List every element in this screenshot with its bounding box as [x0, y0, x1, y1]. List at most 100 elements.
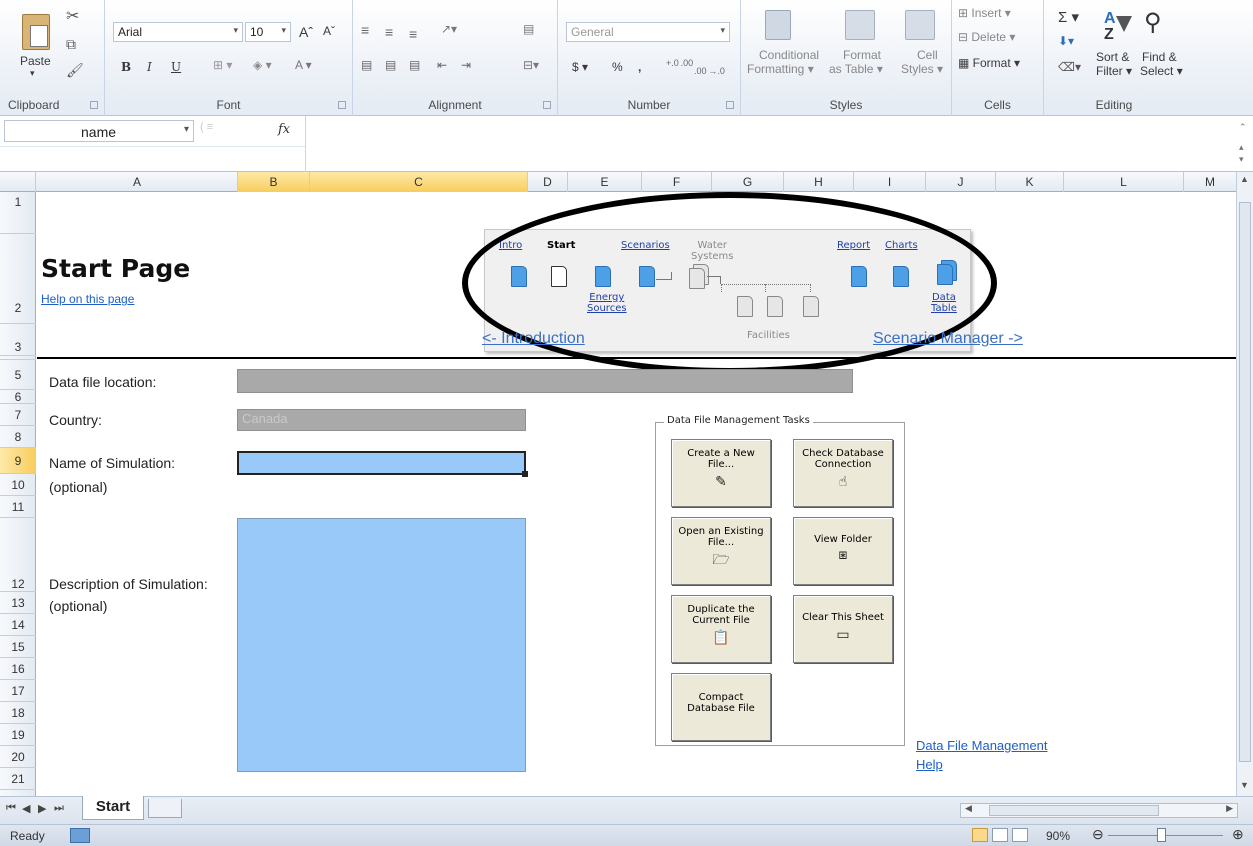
conditional-formatting-icon[interactable] [765, 10, 791, 40]
formula-cancel-icon[interactable]: ( ≡ [200, 121, 220, 139]
prev-introduction-link[interactable]: <- Introduction [482, 330, 585, 348]
row-header-9[interactable]: 9 [0, 448, 36, 474]
format-as-table-icon[interactable] [845, 10, 875, 40]
fill-color-icon[interactable]: ◈ ▾ [253, 58, 272, 72]
find-select-button-2[interactable]: Select ▾ [1140, 64, 1183, 78]
fill-handle[interactable] [522, 471, 528, 477]
cell-styles-button[interactable]: Cell [917, 48, 938, 62]
format-button[interactable]: ▦ Format ▾ [958, 56, 1020, 70]
scroll-down-icon[interactable]: ▼ [1240, 780, 1249, 790]
borders-icon[interactable]: ⊞ ▾ [213, 58, 232, 72]
page-break-view-icon[interactable] [1012, 828, 1028, 842]
conditional-formatting-button[interactable]: Conditional [759, 48, 819, 62]
formula-expand-icon[interactable]: ⌃ [1239, 122, 1251, 133]
sheet-tab-start[interactable]: Start [82, 796, 144, 820]
row-header-20[interactable]: 20 [0, 746, 36, 768]
font-size-select[interactable]: 10 ▾ [245, 22, 291, 42]
align-middle-icon[interactable]: ≡ [385, 24, 393, 40]
wrap-text-icon[interactable]: ▤ [523, 22, 534, 36]
compact-database-file-button[interactable]: Compact Database File [671, 673, 771, 741]
binoculars-icon[interactable]: ⚲ [1144, 8, 1162, 37]
autosum-button[interactable]: Σ ▾ [1058, 8, 1079, 26]
sort-filter-button[interactable]: Sort & [1096, 50, 1129, 64]
paste-icon[interactable] [22, 14, 50, 50]
select-all-corner[interactable] [0, 172, 36, 192]
orientation-icon[interactable]: ↗▾ [441, 22, 457, 36]
page-layout-view-icon[interactable] [992, 828, 1008, 842]
conditional-formatting-button-2[interactable]: Formatting ▾ [747, 62, 814, 76]
paste-button[interactable]: Paste [20, 54, 51, 68]
column-header-j[interactable]: J [926, 172, 996, 192]
font-name-select[interactable]: Arial ▾ [113, 22, 243, 42]
row-header-11[interactable]: 11 [0, 496, 36, 518]
name-box[interactable]: name ▾ [4, 120, 194, 142]
column-header-b[interactable]: B [238, 172, 310, 192]
italic-button[interactable]: I [147, 60, 152, 74]
row-header-5[interactable]: 5 [0, 360, 36, 390]
font-color-icon[interactable]: A ▾ [295, 58, 312, 72]
first-sheet-icon[interactable]: ⏮ [6, 802, 16, 815]
row-header-8[interactable]: 8 [0, 426, 36, 448]
format-as-table-button-2[interactable]: as Table ▾ [829, 62, 883, 76]
horizontal-scroll-thumb[interactable] [989, 805, 1159, 816]
column-header-a[interactable]: A [37, 172, 238, 192]
merge-center-icon[interactable]: ⊟▾ [523, 58, 539, 72]
clear-this-sheet-button[interactable]: Clear This Sheet ▭ [793, 595, 893, 663]
grow-font-button[interactable]: Aˆ [299, 24, 313, 40]
zoom-out-icon[interactable]: ⊖ [1092, 826, 1104, 843]
number-format-select[interactable]: General ▾ [566, 22, 730, 42]
number-launcher-icon[interactable] [726, 101, 734, 109]
insert-function-button[interactable]: fx [278, 122, 290, 137]
insert-sheet-icon[interactable] [148, 799, 182, 818]
check-database-connection-button[interactable]: Check Database Connection ☝ [793, 439, 893, 507]
align-top-icon[interactable]: ≡ [361, 22, 369, 38]
formula-scroll-down-icon[interactable]: ▾ [1239, 154, 1251, 165]
prev-sheet-icon[interactable]: ◀ [22, 802, 30, 815]
sort-filter-icon[interactable]: A Z [1102, 10, 1132, 44]
column-header-g[interactable]: G [712, 172, 784, 192]
format-painter-icon[interactable]: 🖌 [66, 62, 84, 79]
fill-icon[interactable]: ⬇▾ [1058, 34, 1074, 48]
formula-input[interactable] [310, 120, 1230, 168]
row-header-14[interactable]: 14 [0, 614, 36, 636]
row-header-21[interactable]: 21 [0, 768, 36, 790]
macro-record-icon[interactable] [70, 828, 90, 843]
data-file-management-help-link[interactable]: Data File Management [916, 738, 1048, 753]
cut-icon[interactable]: ✂ [66, 6, 79, 26]
open-existing-file-button[interactable]: Open an Existing File... 🗁 [671, 517, 771, 585]
data-file-management-help-link-2[interactable]: Help [916, 757, 943, 772]
create-new-file-button[interactable]: Create a New File... ✎ [671, 439, 771, 507]
cell-styles-button-2[interactable]: Styles ▾ [901, 62, 943, 76]
simulation-name-input[interactable] [237, 451, 526, 475]
insert-button[interactable]: ⊞ Insert ▾ [958, 6, 1011, 20]
underline-button[interactable]: U [171, 60, 181, 74]
scroll-left-icon[interactable]: ◀ [965, 803, 972, 814]
delete-button[interactable]: ⊟ Delete ▾ [958, 30, 1015, 44]
clipboard-launcher-icon[interactable] [90, 101, 98, 109]
column-header-i[interactable]: I [854, 172, 926, 192]
column-header-c[interactable]: C [310, 172, 528, 192]
duplicate-current-file-button[interactable]: Duplicate the Current File 📋 [671, 595, 771, 663]
find-select-button[interactable]: Find & [1142, 50, 1177, 64]
bold-button[interactable]: B [121, 60, 131, 74]
scroll-up-icon[interactable]: ▲ [1240, 174, 1249, 184]
column-header-h[interactable]: H [784, 172, 854, 192]
align-bottom-icon[interactable]: ≡ [409, 26, 417, 42]
normal-view-icon[interactable] [972, 828, 988, 842]
column-header-d[interactable]: D [528, 172, 568, 192]
cell-styles-icon[interactable] [905, 10, 935, 40]
row-header-16[interactable]: 16 [0, 658, 36, 680]
column-header-m[interactable]: M [1184, 172, 1236, 192]
horizontal-scrollbar[interactable]: ◀ ▶ [960, 803, 1238, 818]
align-right-icon[interactable]: ▤ [409, 58, 420, 72]
shrink-font-button[interactable]: Aˇ [323, 24, 335, 38]
row-header-1[interactable]: 1 [0, 192, 36, 234]
view-folder-button[interactable]: View Folder ⧆ [793, 517, 893, 585]
paste-dropdown-icon[interactable]: ▾ [30, 68, 35, 79]
simulation-description-input[interactable] [237, 518, 526, 772]
align-left-icon[interactable]: ▤ [361, 58, 372, 72]
chevron-down-icon[interactable]: ▾ [184, 124, 189, 135]
font-launcher-icon[interactable] [338, 101, 346, 109]
increase-indent-icon[interactable]: ⇥ [461, 58, 471, 72]
row-header-6[interactable]: 6 [0, 390, 36, 404]
